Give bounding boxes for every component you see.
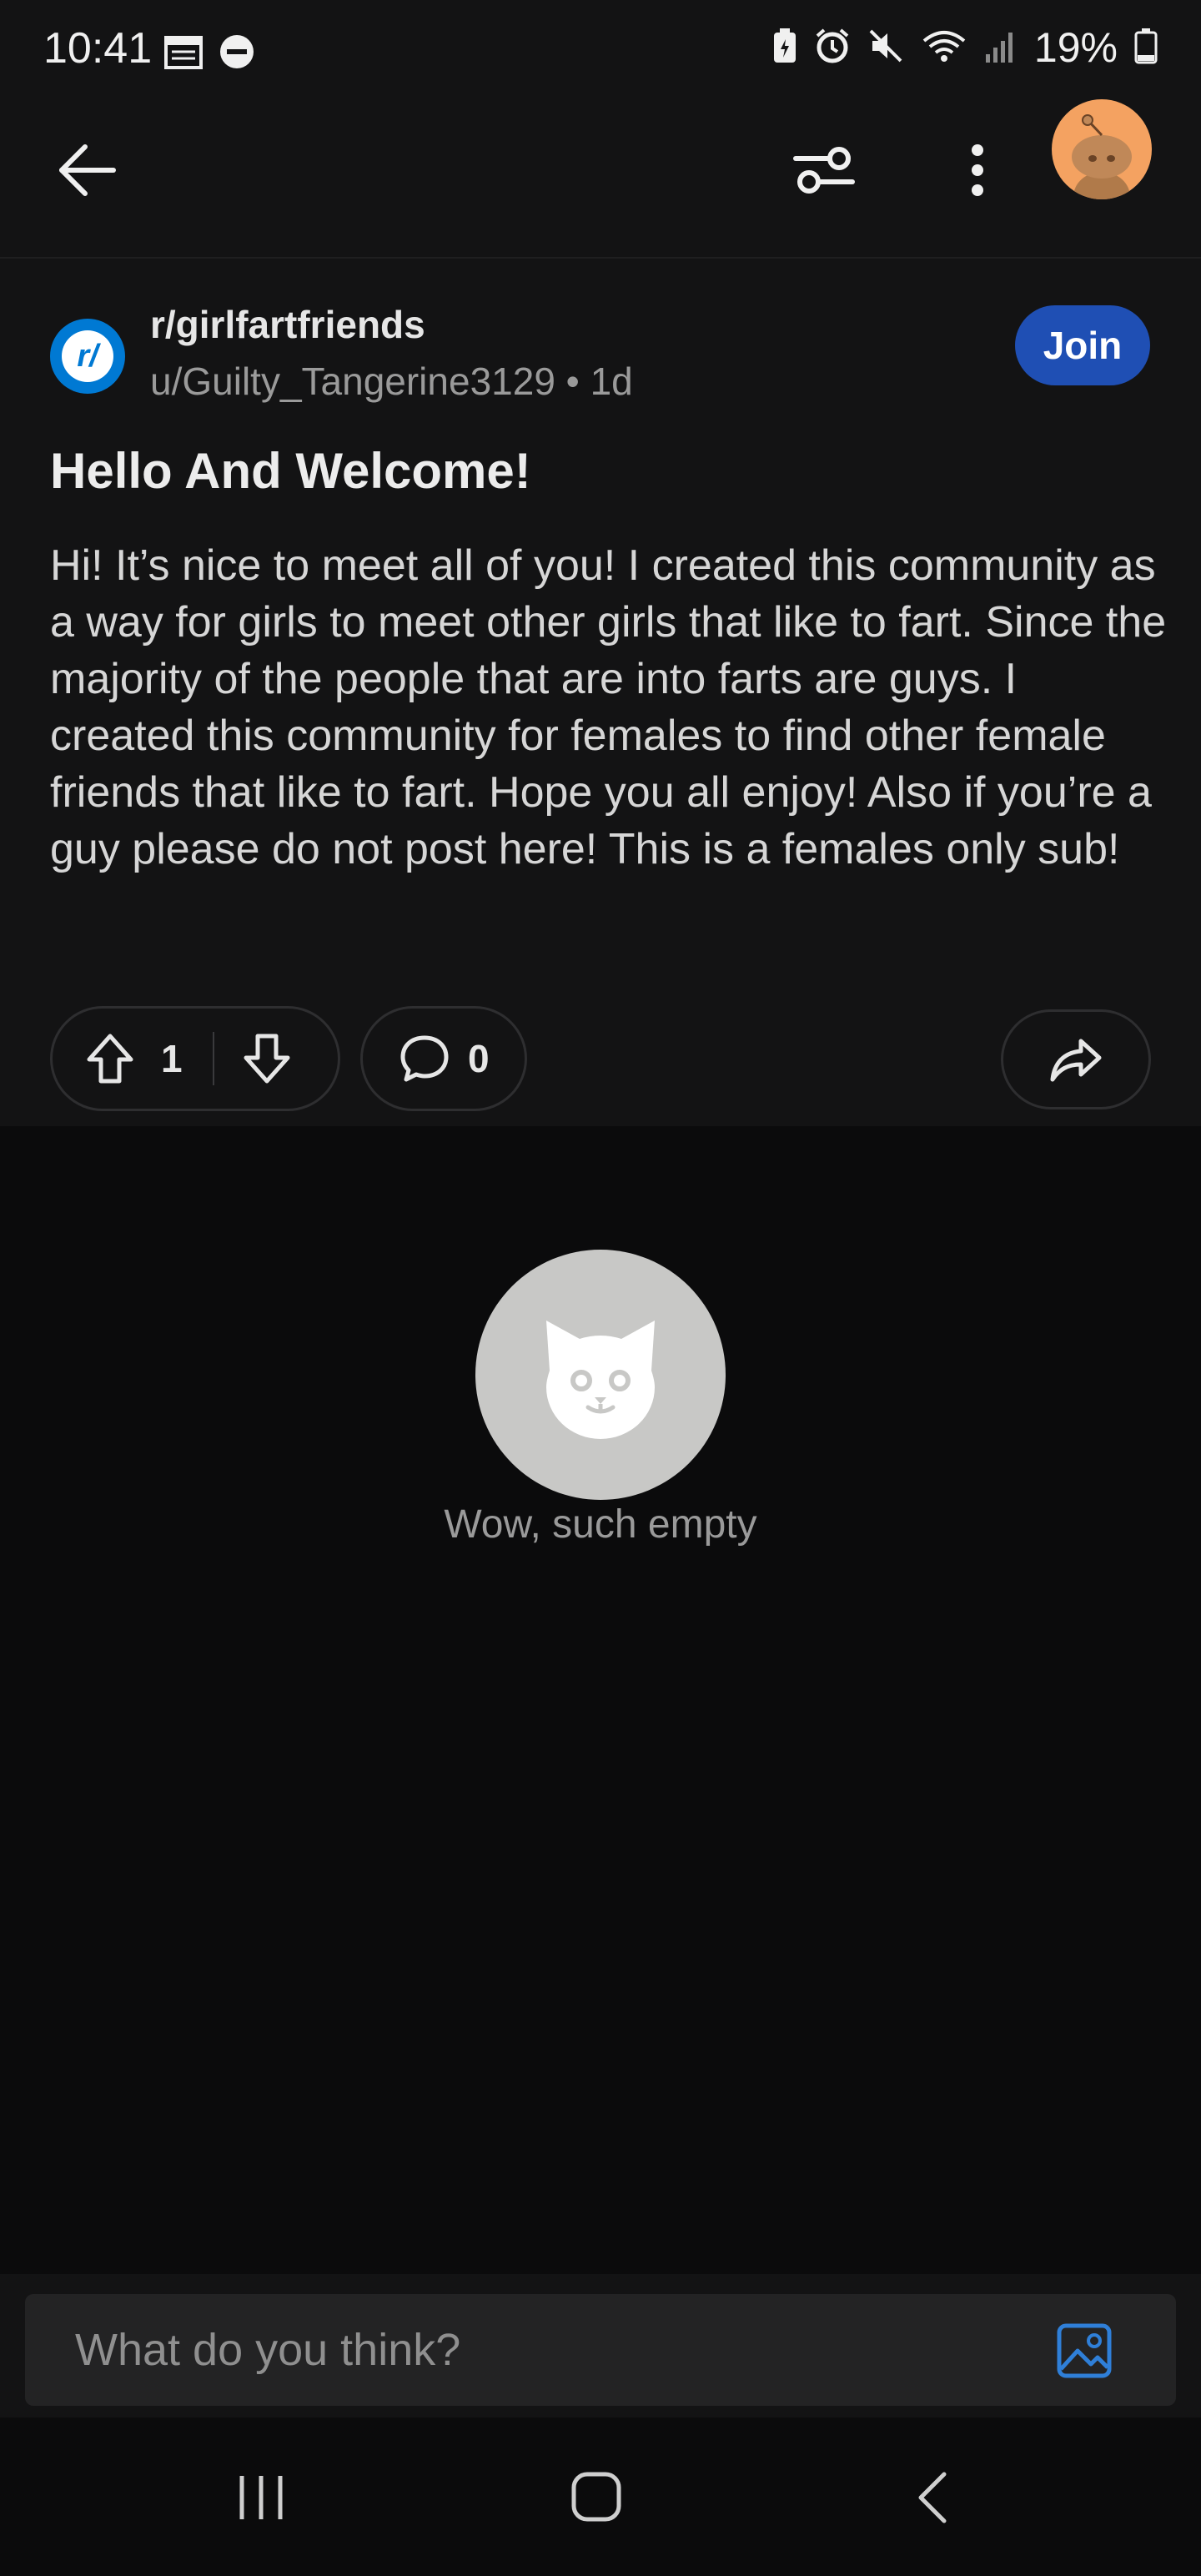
signal-icon <box>984 28 1018 68</box>
calendar-icon <box>163 33 204 74</box>
comment-count-button[interactable]: 0 <box>360 1006 527 1111</box>
wifi-icon <box>921 28 967 68</box>
post-author-meta[interactable]: u/Guilty_Tangerine3129 • 1d <box>150 359 633 404</box>
back-arrow-icon[interactable] <box>55 142 118 203</box>
image-upload-icon[interactable] <box>1054 2321 1114 2381</box>
battery-percentage: 19% <box>1033 24 1118 71</box>
battery-icon <box>1134 28 1158 68</box>
upvote-icon[interactable] <box>86 1033 134 1084</box>
post-title: Hello And Welcome! <box>50 443 531 499</box>
vote-pill: 1 <box>50 1006 340 1111</box>
community-name[interactable]: r/girlfartfriends <box>150 302 425 347</box>
alarm-icon <box>814 28 851 68</box>
top-app-bar <box>0 100 1201 257</box>
empty-state-text: Wow, such empty <box>444 1502 757 1547</box>
recent-apps-icon[interactable] <box>235 2473 287 2527</box>
community-avatar-glyph: r/ <box>62 330 113 382</box>
vote-divider <box>212 1032 214 1085</box>
home-icon[interactable] <box>570 2471 622 2527</box>
share-icon <box>1049 1036 1103 1083</box>
downvote-icon[interactable] <box>243 1033 291 1084</box>
battery-saver-icon <box>772 28 797 68</box>
status-time: 10:41 <box>43 24 153 73</box>
status-icons-right: 19% <box>772 23 1158 72</box>
more-options-icon[interactable] <box>967 142 987 203</box>
vote-count: 1 <box>161 1037 183 1080</box>
community-avatar[interactable]: r/ <box>50 319 125 394</box>
dnd-icon <box>219 33 255 74</box>
back-nav-icon[interactable] <box>914 2471 951 2528</box>
empty-state-illustration <box>475 1250 726 1500</box>
user-avatar[interactable] <box>1051 98 1153 204</box>
comment-count: 0 <box>468 1037 490 1080</box>
mute-icon <box>867 28 904 68</box>
share-button[interactable] <box>1001 1009 1151 1109</box>
filter-icon[interactable] <box>792 142 856 203</box>
post-body: Hi! It’s nice to meet all of you! I crea… <box>50 541 1167 873</box>
join-button[interactable]: Join <box>1015 305 1150 385</box>
comment-icon <box>399 1034 450 1083</box>
comment-input[interactable]: What do you think? <box>25 2294 1176 2406</box>
cat-icon <box>546 1321 655 1439</box>
